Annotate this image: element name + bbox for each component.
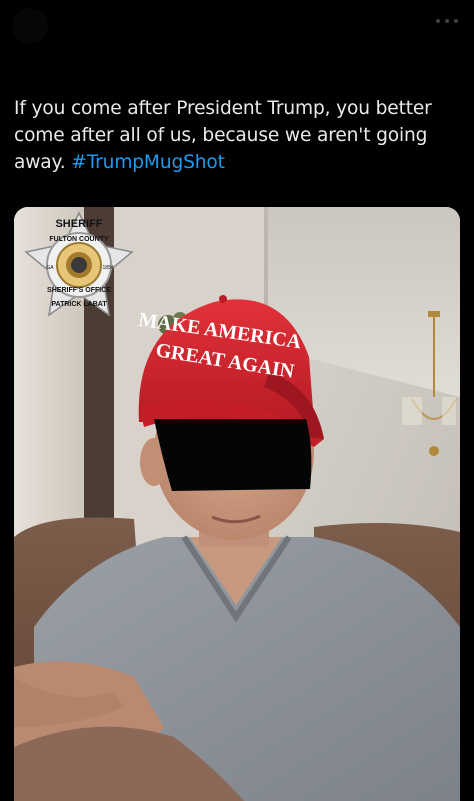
badge-left-tag: GA <box>46 265 54 271</box>
censor-bar <box>154 419 312 491</box>
photo-illustration: MAKE AMERICA GREAT AGAIN SHERIFF FULTON … <box>14 207 460 801</box>
hashtag-link[interactable]: #TrumpMugShot <box>71 152 225 173</box>
post-header <box>0 0 474 60</box>
more-horizontal-icon[interactable] <box>436 14 458 28</box>
badge-right-tag: 1854 <box>102 265 113 271</box>
badge-county-label: FULTON COUNTY <box>49 236 109 243</box>
badge-name-label: PATRICK LABAT <box>51 301 107 308</box>
badge-top-label: SHERIFF <box>55 218 102 230</box>
more-dot <box>454 19 458 23</box>
avatar[interactable] <box>12 8 48 44</box>
post-photo[interactable]: MAKE AMERICA GREAT AGAIN SHERIFF FULTON … <box>14 207 460 801</box>
badge-office-label: SHERIFF'S OFFICE <box>47 287 111 294</box>
post-text: If you come after President Trump, you b… <box>14 95 460 176</box>
more-dot <box>436 19 440 23</box>
more-dot <box>445 19 449 23</box>
